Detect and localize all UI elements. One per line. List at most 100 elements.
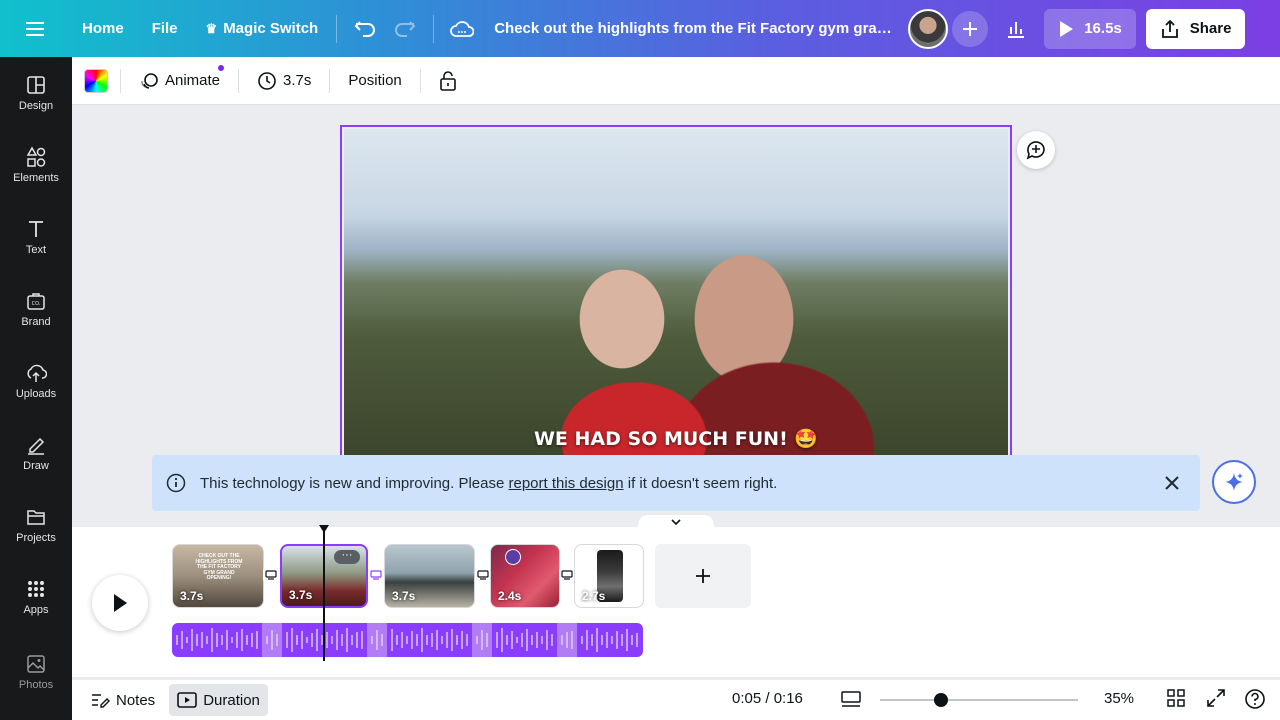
play-icon (114, 594, 127, 612)
share-button[interactable]: Share (1145, 8, 1246, 49)
design-title[interactable]: Check out the highlights from the Fit Fa… (494, 20, 894, 37)
plus-icon (696, 569, 710, 583)
elements-icon (26, 146, 46, 167)
divider (433, 14, 435, 43)
timeline-clip[interactable]: 2.7s (574, 544, 644, 608)
sidebar-label: Photos (18, 679, 54, 691)
divider (336, 14, 338, 43)
magic-switch-label: Magic Switch (223, 20, 319, 37)
play-icon (1060, 20, 1074, 37)
sidebar-item-brand[interactable]: CO. Brand (0, 273, 72, 345)
svg-text:CO.: CO. (32, 301, 41, 307)
position-button[interactable]: Position (342, 63, 407, 99)
play-preview-button[interactable]: 16.5s (1044, 8, 1136, 49)
timeline-clip[interactable]: 3.7s (384, 544, 475, 608)
sidebar-label: Elements (13, 172, 59, 184)
canvas-area: WE HAD SO MUCH FUN! 🤩 This technology is… (72, 105, 1280, 527)
clock-icon (258, 71, 276, 90)
sidebar-label: Projects (16, 532, 56, 544)
sidebar-item-apps[interactable]: Apps (0, 561, 72, 633)
uploads-icon (27, 364, 47, 382)
notice-text-after: if it doesn't seem right. (623, 474, 778, 492)
home-button[interactable]: Home (72, 11, 134, 47)
video-icon (177, 692, 197, 708)
add-collaborator-icon[interactable] (952, 10, 989, 47)
design-page[interactable]: WE HAD SO MUCH FUN! 🤩 (340, 125, 1012, 465)
clip-duration: 2.7s (582, 589, 606, 603)
divider (419, 68, 421, 93)
help-icon[interactable] (1244, 688, 1266, 714)
close-icon[interactable] (1160, 471, 1184, 499)
playback-time: 0:05 / 0:16 (732, 690, 803, 707)
grid-view-icon[interactable] (1166, 688, 1186, 712)
add-comment-button[interactable] (1017, 131, 1055, 169)
caption-text[interactable]: WE HAD SO MUCH FUN! 🤩 (342, 427, 1010, 450)
animate-icon (141, 72, 158, 89)
draw-icon (28, 437, 45, 455)
redo-icon[interactable] (385, 11, 425, 47)
transition-icon[interactable] (263, 568, 279, 582)
timeline: CHECK OUT THE HIGHLIGHTS FROM THE FIT FA… (72, 525, 1280, 677)
beta-notice-banner: This technology is new and improving. Pl… (152, 455, 1200, 511)
lock-button[interactable] (433, 63, 463, 99)
timeline-play-button[interactable] (92, 575, 148, 631)
duration-toggle-label: Duration (203, 691, 260, 709)
zoom-slider[interactable] (880, 693, 1078, 707)
fullscreen-icon[interactable] (1206, 688, 1226, 712)
transition-icon[interactable] (475, 568, 491, 582)
text-icon (29, 221, 43, 237)
more-options-icon[interactable]: ··· (334, 550, 360, 564)
sidebar-label: Draw (23, 460, 49, 472)
divider (120, 68, 121, 93)
logo-badge (505, 549, 521, 565)
magic-switch-button[interactable]: ♛ Magic Switch (196, 11, 329, 47)
avatar[interactable] (908, 8, 949, 49)
apps-icon (28, 581, 44, 597)
sidebar: Design Elements Text CO. Brand Uploads D… (0, 57, 72, 720)
insights-icon[interactable] (996, 11, 1036, 47)
duration-button[interactable]: 3.7s (251, 63, 317, 99)
duration-label: 3.7s (283, 72, 312, 89)
chevron-down-icon (671, 519, 681, 526)
top-bar: Home File ♛ Magic Switch Check out the h… (0, 0, 1280, 57)
sidebar-item-photos[interactable]: Photos (0, 636, 72, 708)
cloud-save-icon[interactable] (442, 11, 482, 47)
sidebar-item-projects[interactable]: Projects (0, 489, 72, 561)
sidebar-item-design[interactable]: Design (0, 57, 72, 129)
playhead-line[interactable] (323, 527, 325, 661)
collapse-timeline-toggle[interactable] (638, 515, 714, 527)
design-icon (27, 76, 45, 94)
add-page-button[interactable] (655, 544, 751, 608)
page-view-icon[interactable] (840, 688, 862, 714)
playhead-handle[interactable] (318, 523, 330, 535)
duration-toggle-button[interactable]: Duration (169, 684, 268, 716)
timeline-clip[interactable]: CHECK OUT THE HIGHLIGHTS FROM THE FIT FA… (172, 544, 264, 608)
clip-overlay-text: CHECK OUT THE HIGHLIGHTS FROM THE FIT FA… (195, 553, 243, 581)
zoom-percent[interactable]: 35% (1104, 690, 1134, 707)
animate-button[interactable]: Animate (133, 63, 226, 99)
timeline-clip[interactable]: 2.4s (490, 544, 560, 608)
transition-icon[interactable] (559, 568, 575, 582)
divider (238, 68, 240, 93)
audio-waveform (176, 623, 638, 657)
audio-track[interactable] (172, 623, 643, 657)
sidebar-item-uploads[interactable]: Uploads (0, 345, 72, 417)
sidebar-label: Text (25, 244, 47, 256)
photo-family-selfie[interactable] (344, 129, 1008, 463)
report-design-link[interactable]: report this design (509, 475, 624, 492)
sidebar-item-draw[interactable]: Draw (0, 417, 72, 489)
crown-icon: ♛ (205, 20, 218, 36)
notes-button[interactable]: Notes (82, 684, 163, 716)
color-picker-swatch[interactable] (84, 68, 108, 93)
magic-assistant-button[interactable] (1212, 460, 1256, 504)
sidebar-item-elements[interactable]: Elements (0, 129, 72, 201)
sidebar-item-text[interactable]: Text (0, 201, 72, 273)
zoom-slider-handle[interactable] (934, 693, 949, 707)
menu-icon[interactable] (0, 0, 72, 57)
notice-text-before: This technology is new and improving. Pl… (200, 474, 509, 492)
undo-icon[interactable] (345, 11, 385, 47)
transition-icon[interactable] (368, 568, 384, 582)
file-menu[interactable]: File (142, 11, 188, 47)
notes-label: Notes (116, 691, 156, 709)
new-indicator-dot (218, 64, 225, 71)
